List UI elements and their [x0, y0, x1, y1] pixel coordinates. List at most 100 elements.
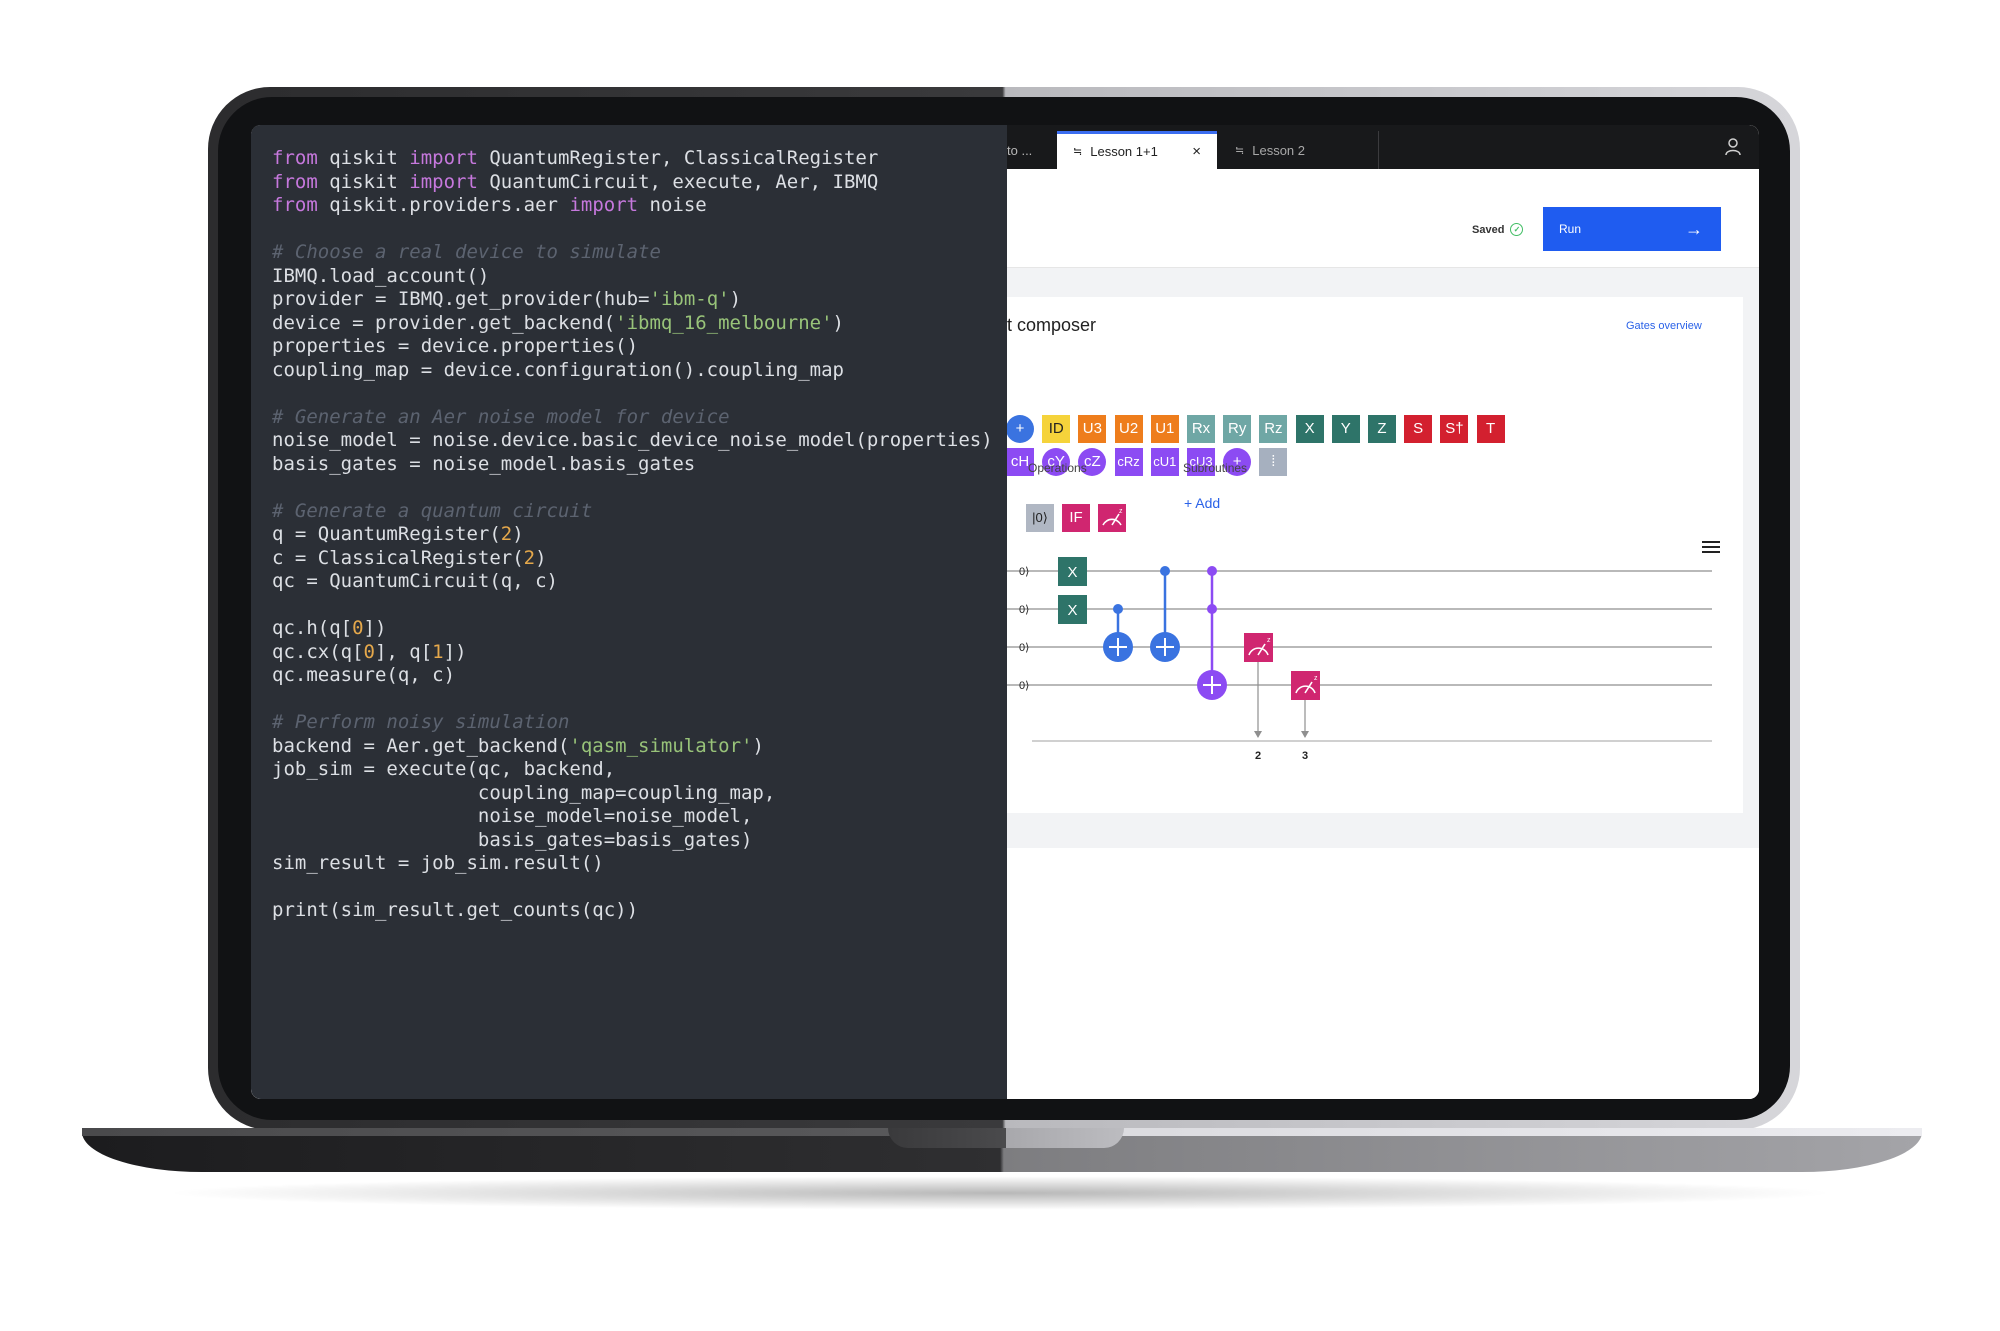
code-token: from [272, 170, 318, 193]
tab-lesson-1[interactable]: ≒ Lesson 1+1 × [1057, 131, 1217, 169]
code-token: import [409, 170, 478, 193]
gate-rx[interactable]: Rx [1187, 415, 1215, 443]
composer-icon: ≒ [1073, 146, 1083, 158]
add-subroutine-link[interactable]: + Add [1184, 495, 1220, 511]
code-line: print(sim_result.get_counts(qc)) [272, 899, 993, 923]
code-token: import [569, 194, 639, 216]
gate-id[interactable]: ID [1042, 415, 1071, 443]
code-token: ]) [363, 617, 387, 639]
code-token: IBMQ.load_account() [272, 264, 490, 287]
code-token: sim_result = job_sim.result() [272, 852, 604, 874]
gate-u2[interactable]: U2 [1114, 415, 1143, 443]
gate-cu1[interactable]: cU1 [1150, 448, 1179, 476]
code-token: from [272, 194, 318, 216]
gate-t[interactable]: T [1476, 415, 1505, 443]
gate-crz[interactable]: cRz [1114, 448, 1143, 476]
code-token: 'ibm-q' [649, 288, 730, 310]
code-token: 'ibmq_16_melbourne' [615, 311, 833, 334]
close-icon[interactable]: × [1192, 143, 1201, 160]
code-line: noise_model = noise.device.basic_device_… [272, 429, 993, 453]
code-line: # Generate a quantum circuit [272, 500, 993, 524]
code-token: provider = IBMQ.get_provider(hub= [272, 288, 650, 310]
code-line: coupling_map=coupling_map, [272, 782, 993, 806]
code-token: device = provider.get_backend( [272, 311, 616, 334]
gate-u1[interactable]: U1 [1150, 415, 1179, 443]
operation-if[interactable]: IF [1062, 504, 1090, 532]
code-line: basis_gates = noise_model.basis_gates [272, 453, 993, 477]
code-token: # Generate a quantum circuit [272, 499, 593, 522]
cnot-gate[interactable] [1103, 604, 1133, 662]
code-line: # Generate an Aer noise model for device [272, 406, 993, 430]
code-token: noise [638, 194, 707, 216]
code-token: 2 [523, 546, 536, 569]
code-line: IBMQ.load_account() [272, 265, 993, 289]
code-line: device = provider.get_backend('ibmq_16_m… [272, 312, 993, 336]
measure-icon[interactable]: z [1098, 504, 1126, 532]
gate-u3[interactable]: U3 [1078, 415, 1107, 443]
code-token: 1 [432, 640, 444, 663]
qubit-label: 0⟩ [1019, 680, 1029, 692]
tab-lesson-2-label: Lesson 2 [1252, 142, 1305, 158]
user-icon[interactable] [1723, 137, 1743, 157]
code-line: qc = QuantumCircuit(q, c) [272, 570, 993, 594]
code-line: from qiskit.providers.aer import noise [272, 194, 993, 218]
code-token: properties = device.properties() [272, 335, 639, 357]
gate-cnot[interactable]: + [1006, 415, 1034, 443]
code-token: ], q[ [374, 640, 433, 663]
run-button[interactable]: Run → [1543, 207, 1721, 251]
gate-z[interactable]: Z [1368, 415, 1396, 443]
check-icon: ✓ [1510, 223, 1524, 236]
gate-s[interactable]: S† [1440, 415, 1469, 443]
operations-label: Operations [1028, 461, 1087, 475]
gate-s[interactable]: S [1404, 415, 1433, 443]
svg-text:z: z [1314, 675, 1318, 682]
operation-0[interactable]: |0⟩ [1026, 504, 1054, 532]
tab-lesson-2[interactable]: ≒ Lesson 2 [1219, 131, 1379, 169]
subroutines-label: Subroutines [1183, 461, 1248, 475]
gate-[interactable]: ⁞ [1259, 448, 1288, 476]
code-token: qiskit [317, 147, 410, 169]
qubit-label: 0⟩ [1019, 566, 1029, 578]
code-token: qiskit.providers.aer [317, 194, 570, 216]
x-gate[interactable]: X [1058, 595, 1087, 624]
code-line: # Perform noisy simulation [272, 711, 993, 735]
code-token: basis_gates = noise_model.basis_gates [272, 452, 696, 475]
code-token: from [272, 147, 318, 169]
code-token: ) [535, 546, 547, 569]
code-token: c = ClassicalRegister( [272, 546, 524, 569]
x-gate[interactable]: X [1058, 557, 1087, 586]
code-token: 'qasm_simulator' [569, 734, 753, 757]
tab-previous[interactable]: to ... [1007, 131, 1061, 169]
code-token: noise_model = noise.device.basic_device_… [272, 429, 993, 451]
qubit-label: 0⟩ [1019, 604, 1029, 616]
tab-previous-label: to ... [1007, 142, 1033, 158]
saved-status: Saved ✓ [1472, 223, 1524, 236]
gate-x[interactable]: X [1295, 415, 1324, 443]
code-token: ]) [443, 640, 467, 663]
code-editor[interactable]: from qiskit import QuantumRegister, Clas… [251, 125, 1007, 1099]
code-token: # Generate an Aer noise model for device [272, 405, 730, 428]
cnot-gate[interactable] [1150, 566, 1180, 662]
code-token: qc.h(q[ [272, 617, 353, 639]
code-token: coupling_map = device.configuration().co… [272, 358, 844, 381]
code-line: from qiskit import QuantumRegister, Clas… [272, 147, 993, 171]
gate-y[interactable]: Y [1331, 415, 1360, 443]
code-line: properties = device.properties() [272, 335, 993, 359]
code-line: backend = Aer.get_backend('qasm_simulato… [272, 735, 993, 759]
code-token: qc = QuantumCircuit(q, c) [272, 570, 558, 592]
gates-overview-link[interactable]: Gates overview [1626, 320, 1702, 332]
composer-title: t composer [1007, 315, 1097, 335]
code-token: ) [729, 288, 742, 310]
classical-bit-label: 3 [1302, 750, 1308, 762]
gate-ry[interactable]: Ry [1223, 415, 1252, 443]
code-token: coupling_map=coupling_map, [272, 781, 776, 804]
toffoli-gate[interactable] [1197, 566, 1227, 700]
code-content: from qiskit import QuantumRegister, Clas… [272, 147, 993, 923]
gate-rz[interactable]: Rz [1259, 415, 1288, 443]
measure-gate[interactable]: z [1291, 671, 1320, 738]
